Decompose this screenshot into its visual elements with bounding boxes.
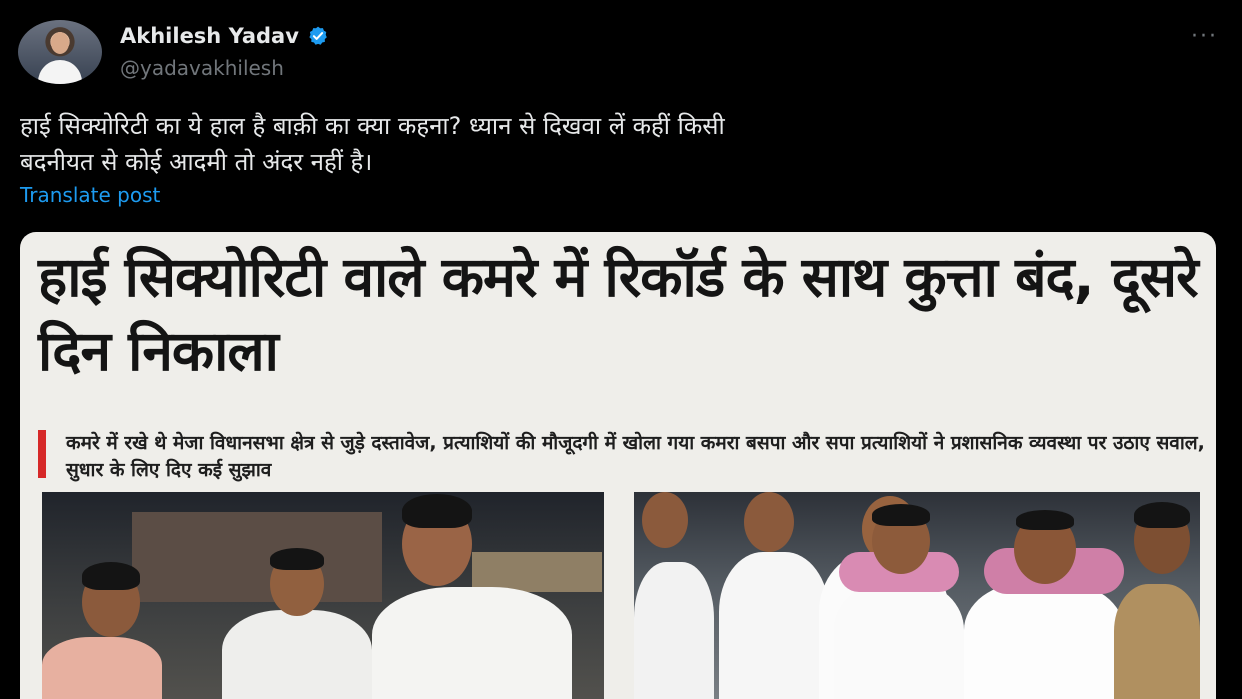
news-photo-left <box>42 492 604 699</box>
avatar[interactable] <box>18 20 102 84</box>
author-handle[interactable]: @yadavakhilesh <box>120 56 284 80</box>
avatar-face <box>51 32 69 54</box>
post-media-image[interactable]: हाई सिक्योरिटी वाले कमरे में रिकॉर्ड के … <box>20 232 1216 699</box>
more-options-button[interactable]: ··· <box>1191 24 1218 49</box>
newspaper-subheadline: कमरे में रखे थे मेजा विधानसभा क्षेत्र से… <box>66 432 1205 481</box>
newspaper-headline: हाई सिक्योरिटी वाले कमरे में रिकॉर्ड के … <box>38 245 1199 383</box>
author-name[interactable]: Akhilesh Yadav <box>120 24 299 48</box>
red-accent-bar <box>38 430 46 478</box>
translate-post-link[interactable]: Translate post <box>20 183 160 207</box>
news-photo-right <box>634 492 1200 699</box>
verified-badge-icon <box>309 26 327 45</box>
avatar-body <box>38 60 82 84</box>
post-text: हाई सिक्योरिटी का ये हाल है बाक़ी का क्य… <box>20 112 725 176</box>
author-name-row[interactable]: Akhilesh Yadav <box>120 24 329 48</box>
